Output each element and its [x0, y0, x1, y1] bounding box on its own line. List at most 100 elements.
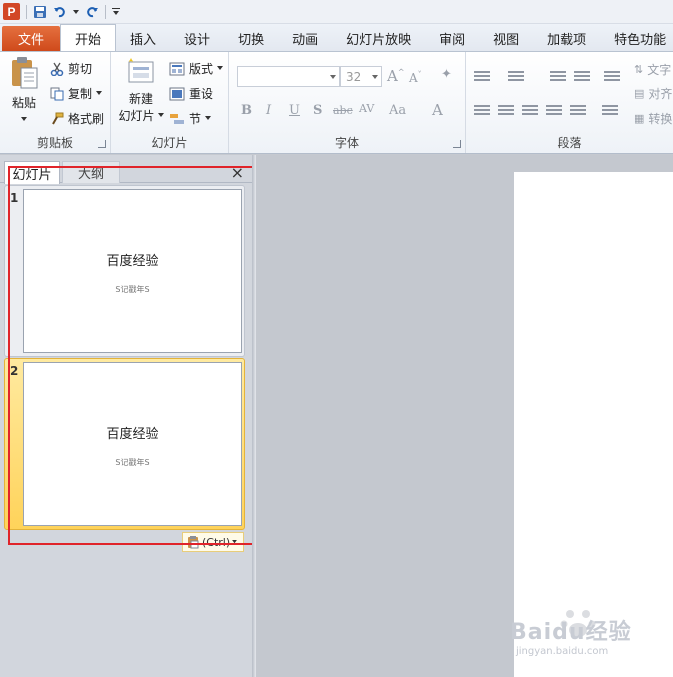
tab-outline[interactable]: 大纲	[62, 161, 120, 183]
layout-button[interactable]: 版式	[169, 60, 224, 77]
undo-dropdown-icon[interactable]	[73, 3, 79, 21]
character-spacing-icon[interactable]: AV	[359, 102, 374, 115]
qat-separator	[26, 4, 27, 19]
section-button[interactable]: 节	[169, 110, 212, 127]
align-left-icon[interactable]	[474, 105, 490, 117]
align-center-icon[interactable]	[498, 105, 514, 117]
copy-button[interactable]: 复制	[50, 85, 103, 102]
shadow-icon[interactable]: S	[313, 103, 322, 118]
tab-animations[interactable]: 动画	[278, 26, 332, 51]
slide-thumbnail-1[interactable]: 1 百度经验 S记戳年S	[4, 185, 245, 357]
text-direction-button[interactable]: ⇅ 文字	[634, 61, 671, 78]
shrink-font-icon[interactable]: A˅	[409, 70, 422, 85]
undo-icon[interactable]	[53, 3, 67, 21]
tab-addins[interactable]: 加载项	[533, 26, 600, 51]
paste-options-dropdown-icon	[232, 540, 238, 544]
clear-formatting-icon[interactable]: ✦	[441, 67, 452, 82]
reset-button[interactable]: 重设	[169, 85, 213, 102]
new-slide-icon	[128, 58, 154, 83]
clipboard-launcher-icon[interactable]	[98, 140, 106, 148]
paragraph-group-label: 段落	[557, 136, 582, 150]
reset-icon	[169, 87, 185, 100]
watermark-text: Baidu经验	[510, 620, 632, 645]
reset-label: 重设	[189, 87, 214, 101]
font-size-combo[interactable]: 32	[340, 66, 382, 87]
clipboard-group-label: 剪贴板	[36, 136, 73, 150]
font-color-icon[interactable]: A	[432, 101, 443, 119]
font-group: 32 A^ A˅ ✦ B I U S abc AV Aa A 字体	[229, 52, 466, 153]
tab-home[interactable]: 开始	[60, 24, 117, 51]
columns-icon[interactable]	[602, 105, 618, 117]
slide-title: 百度经验	[106, 254, 159, 269]
tab-slides[interactable]: 幻灯片	[4, 161, 60, 184]
tab-slideshow[interactable]: 幻灯片放映	[332, 26, 425, 51]
paste-options-label: (Ctrl)	[202, 535, 231, 549]
new-slide-label-2: 幻灯片	[118, 109, 155, 123]
convert-smartart-button[interactable]: ▦ 转换	[634, 110, 672, 127]
increase-indent-icon[interactable]	[574, 71, 590, 83]
copy-label: 复制	[68, 87, 93, 101]
new-slide-dropdown-icon	[157, 113, 164, 117]
align-text-button[interactable]: ▤ 对齐	[634, 85, 672, 102]
slide-preview: 百度经验 S记戳年S	[23, 189, 242, 353]
italic-icon[interactable]: I	[266, 103, 271, 118]
paste-options-button[interactable]: (Ctrl)	[182, 532, 244, 552]
layout-dropdown-icon	[217, 66, 224, 70]
tab-file[interactable]: 文件	[2, 26, 61, 51]
align-right-icon[interactable]	[522, 105, 538, 117]
section-label: 节	[189, 112, 202, 126]
font-name-combo[interactable]	[237, 66, 340, 87]
paste-button[interactable]: 粘贴	[6, 56, 42, 122]
paste-dropdown-icon	[21, 117, 27, 121]
slides-group: 新建 幻灯片 版式 重设 节 幻灯片	[111, 52, 229, 153]
numbering-icon[interactable]	[508, 71, 524, 83]
slide-thumbnail-2[interactable]: 2 百度经验 S记戳年S	[4, 358, 245, 530]
cut-label: 剪切	[68, 62, 93, 76]
font-launcher-icon[interactable]	[453, 140, 461, 148]
justify-icon[interactable]	[546, 105, 562, 117]
close-panel-icon[interactable]: ×	[231, 163, 244, 182]
new-slide-label-row: 幻灯片	[118, 107, 164, 124]
grow-font-icon[interactable]: A^	[387, 67, 405, 85]
cut-button[interactable]: 剪切	[50, 60, 92, 77]
format-painter-button[interactable]: 格式刷	[50, 110, 104, 127]
paste-icon	[12, 57, 38, 89]
tab-special-features[interactable]: 特色功能	[600, 26, 673, 51]
line-spacing-icon[interactable]	[604, 71, 620, 83]
redo-icon[interactable]	[85, 3, 99, 21]
tab-view[interactable]: 视图	[479, 26, 533, 51]
slide-preview: 百度经验 S记戳年S	[23, 362, 242, 526]
bold-icon[interactable]: B	[241, 103, 252, 118]
strikethrough-icon[interactable]: abc	[333, 104, 353, 117]
change-case-icon[interactable]: Aa	[389, 103, 406, 118]
underline-icon[interactable]: U	[289, 103, 300, 118]
decrease-indent-icon[interactable]	[550, 71, 566, 83]
scissors-icon	[50, 62, 64, 76]
convert-smartart-icon: ▦	[634, 112, 645, 125]
text-direction-icon: ⇅	[634, 63, 644, 76]
powerpoint-app-icon[interactable]: P	[3, 3, 20, 20]
font-name-dropdown-icon	[330, 75, 336, 79]
slide-title: 百度经验	[106, 427, 159, 442]
slide-number: 1	[10, 191, 19, 205]
text-direction-label: 文字	[647, 63, 672, 77]
distribute-icon[interactable]	[570, 105, 586, 117]
tab-review[interactable]: 审阅	[425, 26, 479, 51]
panel-tabs: 幻灯片 大纲 ×	[0, 161, 252, 184]
tab-transitions[interactable]: 切换	[224, 26, 278, 51]
tab-design[interactable]: 设计	[170, 26, 224, 51]
layout-icon	[169, 62, 185, 75]
qat-separator	[105, 4, 106, 19]
save-icon[interactable]	[33, 3, 47, 21]
tab-insert[interactable]: 插入	[116, 26, 170, 51]
slide-number: 2	[10, 364, 19, 378]
font-group-label: 字体	[334, 136, 359, 150]
baidu-watermark: Baidu经验 jingyan.baidu.com	[500, 602, 670, 662]
ribbon: 粘贴 剪切 复制 格式刷 剪贴板 新建 幻灯片 版式 重设 节 幻灯片 32 A…	[0, 52, 673, 154]
customize-qat-icon[interactable]	[112, 3, 120, 21]
new-slide-button[interactable]: 新建 幻灯片	[117, 56, 165, 124]
watermark-url: jingyan.baidu.com	[516, 646, 609, 657]
slide-subtitle: S记戳年S	[115, 285, 150, 294]
bullets-icon[interactable]	[474, 71, 490, 83]
slide-subtitle: S记戳年S	[115, 458, 150, 467]
